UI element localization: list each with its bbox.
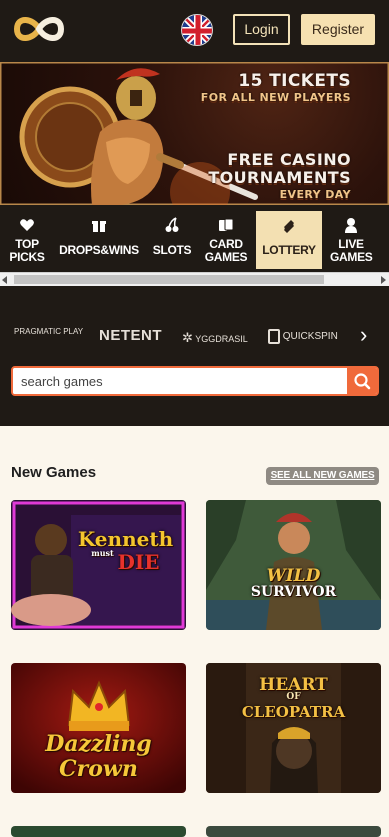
game-tile-heart-of-cleopatra[interactable]: HEART OF CLEOPATRA (206, 663, 381, 793)
ticket-icon (284, 220, 294, 233)
provider-logo-netent[interactable]: NETENT (99, 327, 162, 344)
provider-name: QUICKSPIN (282, 331, 338, 343)
provider-name: NETENT (99, 327, 162, 344)
casino-logo[interactable] (13, 12, 65, 46)
provider-logo-pragmatic[interactable]: PRAGMATIC PLAY (14, 327, 83, 336)
banner-subline-2: EVERY DAY (279, 188, 351, 201)
category-lottery[interactable]: LOTTERY (256, 211, 322, 269)
category-label: SLOTS (152, 243, 192, 257)
heart-icon (20, 219, 34, 231)
game-title: Dazzling (45, 731, 152, 757)
category-scrollbar[interactable] (0, 272, 389, 286)
category-label: DROPS&WINS (59, 243, 139, 257)
search-button[interactable] (347, 368, 377, 394)
banner-headline: 15 TICKETS (238, 71, 351, 91)
category-live-games[interactable]: LIVE GAMES (330, 211, 373, 269)
tree-icon: ✲ (182, 330, 193, 345)
game-tile-partial[interactable] (206, 826, 381, 837)
category-slots[interactable]: SLOTS (150, 211, 194, 269)
game-artwork (206, 500, 381, 630)
game-title-2: CLEOPATRA (241, 703, 346, 721)
game-title-2: DIE (117, 550, 160, 574)
banner-headline-3: TOURNAMENTS (208, 168, 351, 187)
game-title-2: Crown (59, 756, 138, 782)
category-drops-wins[interactable]: DROPS&WINS (58, 211, 140, 269)
register-button[interactable]: Register (301, 14, 375, 45)
promo-banner[interactable]: 15 TICKETS FOR ALL NEW PLAYERS FREE CASI… (0, 62, 389, 205)
provider-logo-quickspin[interactable]: QUICKSPIN (268, 329, 338, 344)
game-tile-partial[interactable] (11, 826, 186, 837)
search-input[interactable] (13, 368, 349, 394)
banner-subline: FOR ALL NEW PLAYERS (200, 91, 351, 104)
gift-icon (92, 221, 106, 232)
category-nav: TOP PICKS DROPS&WINS SLOTS CARD GAMES LO… (0, 205, 389, 272)
q-logo-icon (268, 329, 280, 344)
scroll-right-arrow-icon[interactable] (381, 276, 386, 284)
banner-headline-2: FREE CASINO (227, 150, 351, 169)
category-top-picks[interactable]: TOP PICKS (6, 211, 48, 269)
category-label: LOTTERY (262, 243, 316, 257)
uk-flag-icon[interactable] (181, 14, 213, 46)
provider-name: YGGDRASIL (195, 334, 248, 344)
top-bar: Login Register (0, 0, 389, 62)
see-all-new-games-link[interactable]: SEE ALL NEW GAMES (266, 467, 379, 485)
new-games-heading: New Games (11, 464, 97, 481)
game-title-sub: OF (286, 692, 301, 702)
search-icon (354, 373, 371, 390)
provider-logo-yggdrasil[interactable]: ✲ YGGDRASIL (182, 330, 248, 346)
login-button[interactable]: Login (233, 14, 290, 45)
category-card-games[interactable]: CARD GAMES (204, 211, 248, 269)
scrollbar-thumb[interactable] (14, 275, 324, 284)
cards-icon (219, 218, 234, 231)
category-label: PICKS (9, 250, 45, 264)
providers-section: PRAGMATIC PLAY NETENT ✲ YGGDRASIL QUICKS… (0, 286, 389, 426)
category-label: GAMES (204, 250, 248, 264)
providers-next-arrow-icon[interactable]: › (360, 324, 382, 346)
provider-name: PRAGMATIC PLAY (14, 327, 84, 336)
game-tile-kenneth-must-die[interactable]: Kenneth must DIE (11, 500, 186, 630)
game-title-2: SURVIVOR (250, 584, 337, 600)
search-bar (11, 366, 379, 396)
cherry-icon (165, 217, 179, 232)
dealer-icon (345, 218, 357, 233)
category-label: GAMES (330, 250, 373, 264)
game-tile-wild-survivor[interactable]: WILD SURVIVOR (206, 500, 381, 630)
scroll-left-arrow-icon[interactable] (2, 276, 7, 284)
game-title: WILD (266, 566, 321, 586)
game-tile-dazzling-crown[interactable]: Dazzling Crown (11, 663, 186, 793)
